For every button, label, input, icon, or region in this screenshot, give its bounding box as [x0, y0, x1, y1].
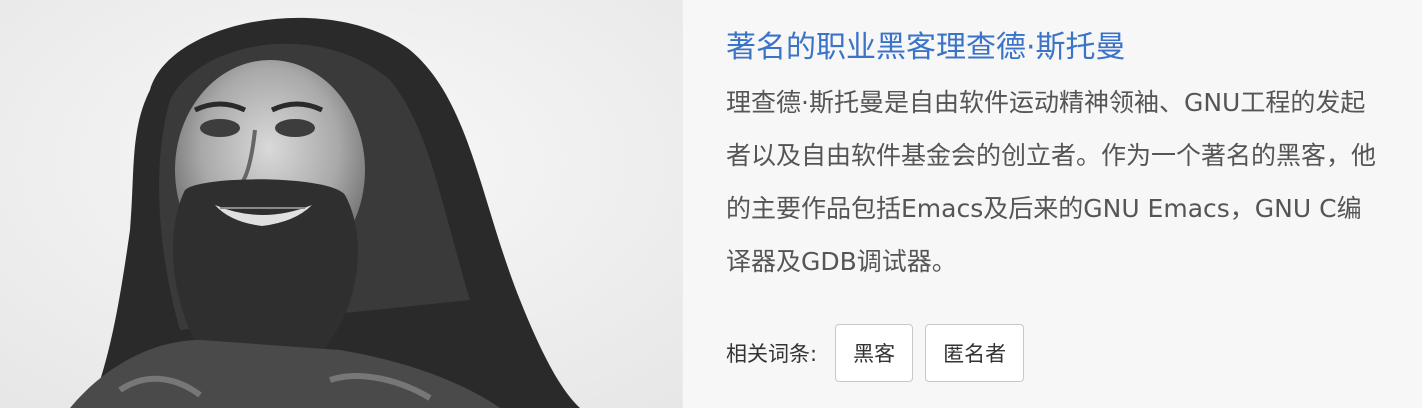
related-terms-label: 相关词条:: [726, 342, 818, 366]
article-card: 著名的职业黑客理查德·斯托曼 理查德·斯托曼是自由软件运动精神领袖、GNU工程的…: [0, 0, 1422, 408]
related-tag-hacker[interactable]: 黑客: [835, 324, 914, 382]
related-terms: 相关词条: 黑客 匿名者: [726, 324, 1402, 382]
article-title-link[interactable]: 著名的职业黑客理查德·斯托曼: [726, 28, 1126, 68]
portrait-image: [0, 0, 682, 408]
article-description: 理查德·斯托曼是自由软件运动精神领袖、GNU工程的发起者以及自由软件基金会的创立…: [726, 88, 1377, 276]
related-tag-anonymous[interactable]: 匿名者: [925, 324, 1025, 382]
article-content: 著名的职业黑客理查德·斯托曼 理查德·斯托曼是自由软件运动精神领袖、GNU工程的…: [682, 0, 1422, 408]
portrait-photo[interactable]: [0, 0, 682, 408]
